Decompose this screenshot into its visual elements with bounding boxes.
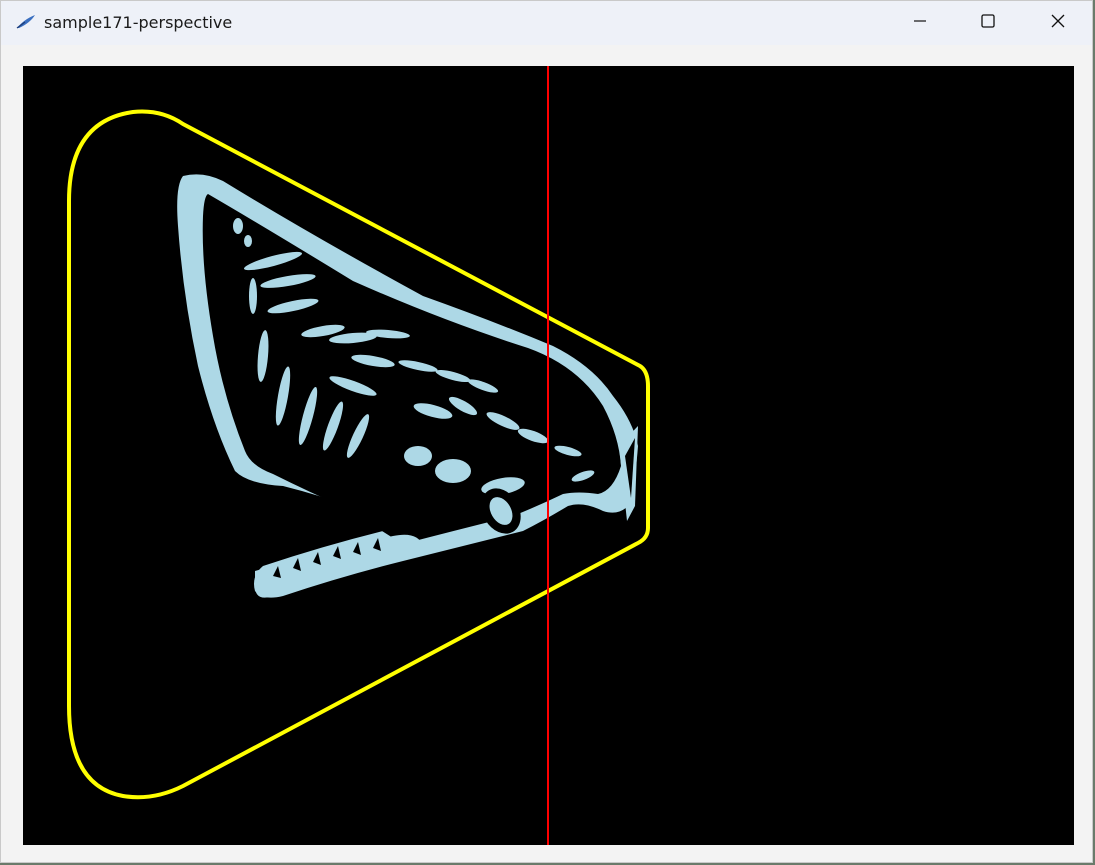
minimize-button[interactable] (885, 1, 955, 45)
maximize-button[interactable] (953, 1, 1023, 45)
title-bar[interactable]: sample171-perspective (1, 1, 1092, 45)
maximize-icon (980, 13, 996, 33)
minimize-icon (912, 13, 928, 33)
perspective-scene (23, 66, 1074, 845)
close-icon (1050, 13, 1066, 33)
window-title: sample171-perspective (44, 13, 233, 32)
render-canvas[interactable] (23, 66, 1074, 845)
app-window: sample171-perspective (0, 0, 1093, 863)
feather-pen-icon (15, 13, 37, 31)
close-button[interactable] (1023, 1, 1092, 45)
